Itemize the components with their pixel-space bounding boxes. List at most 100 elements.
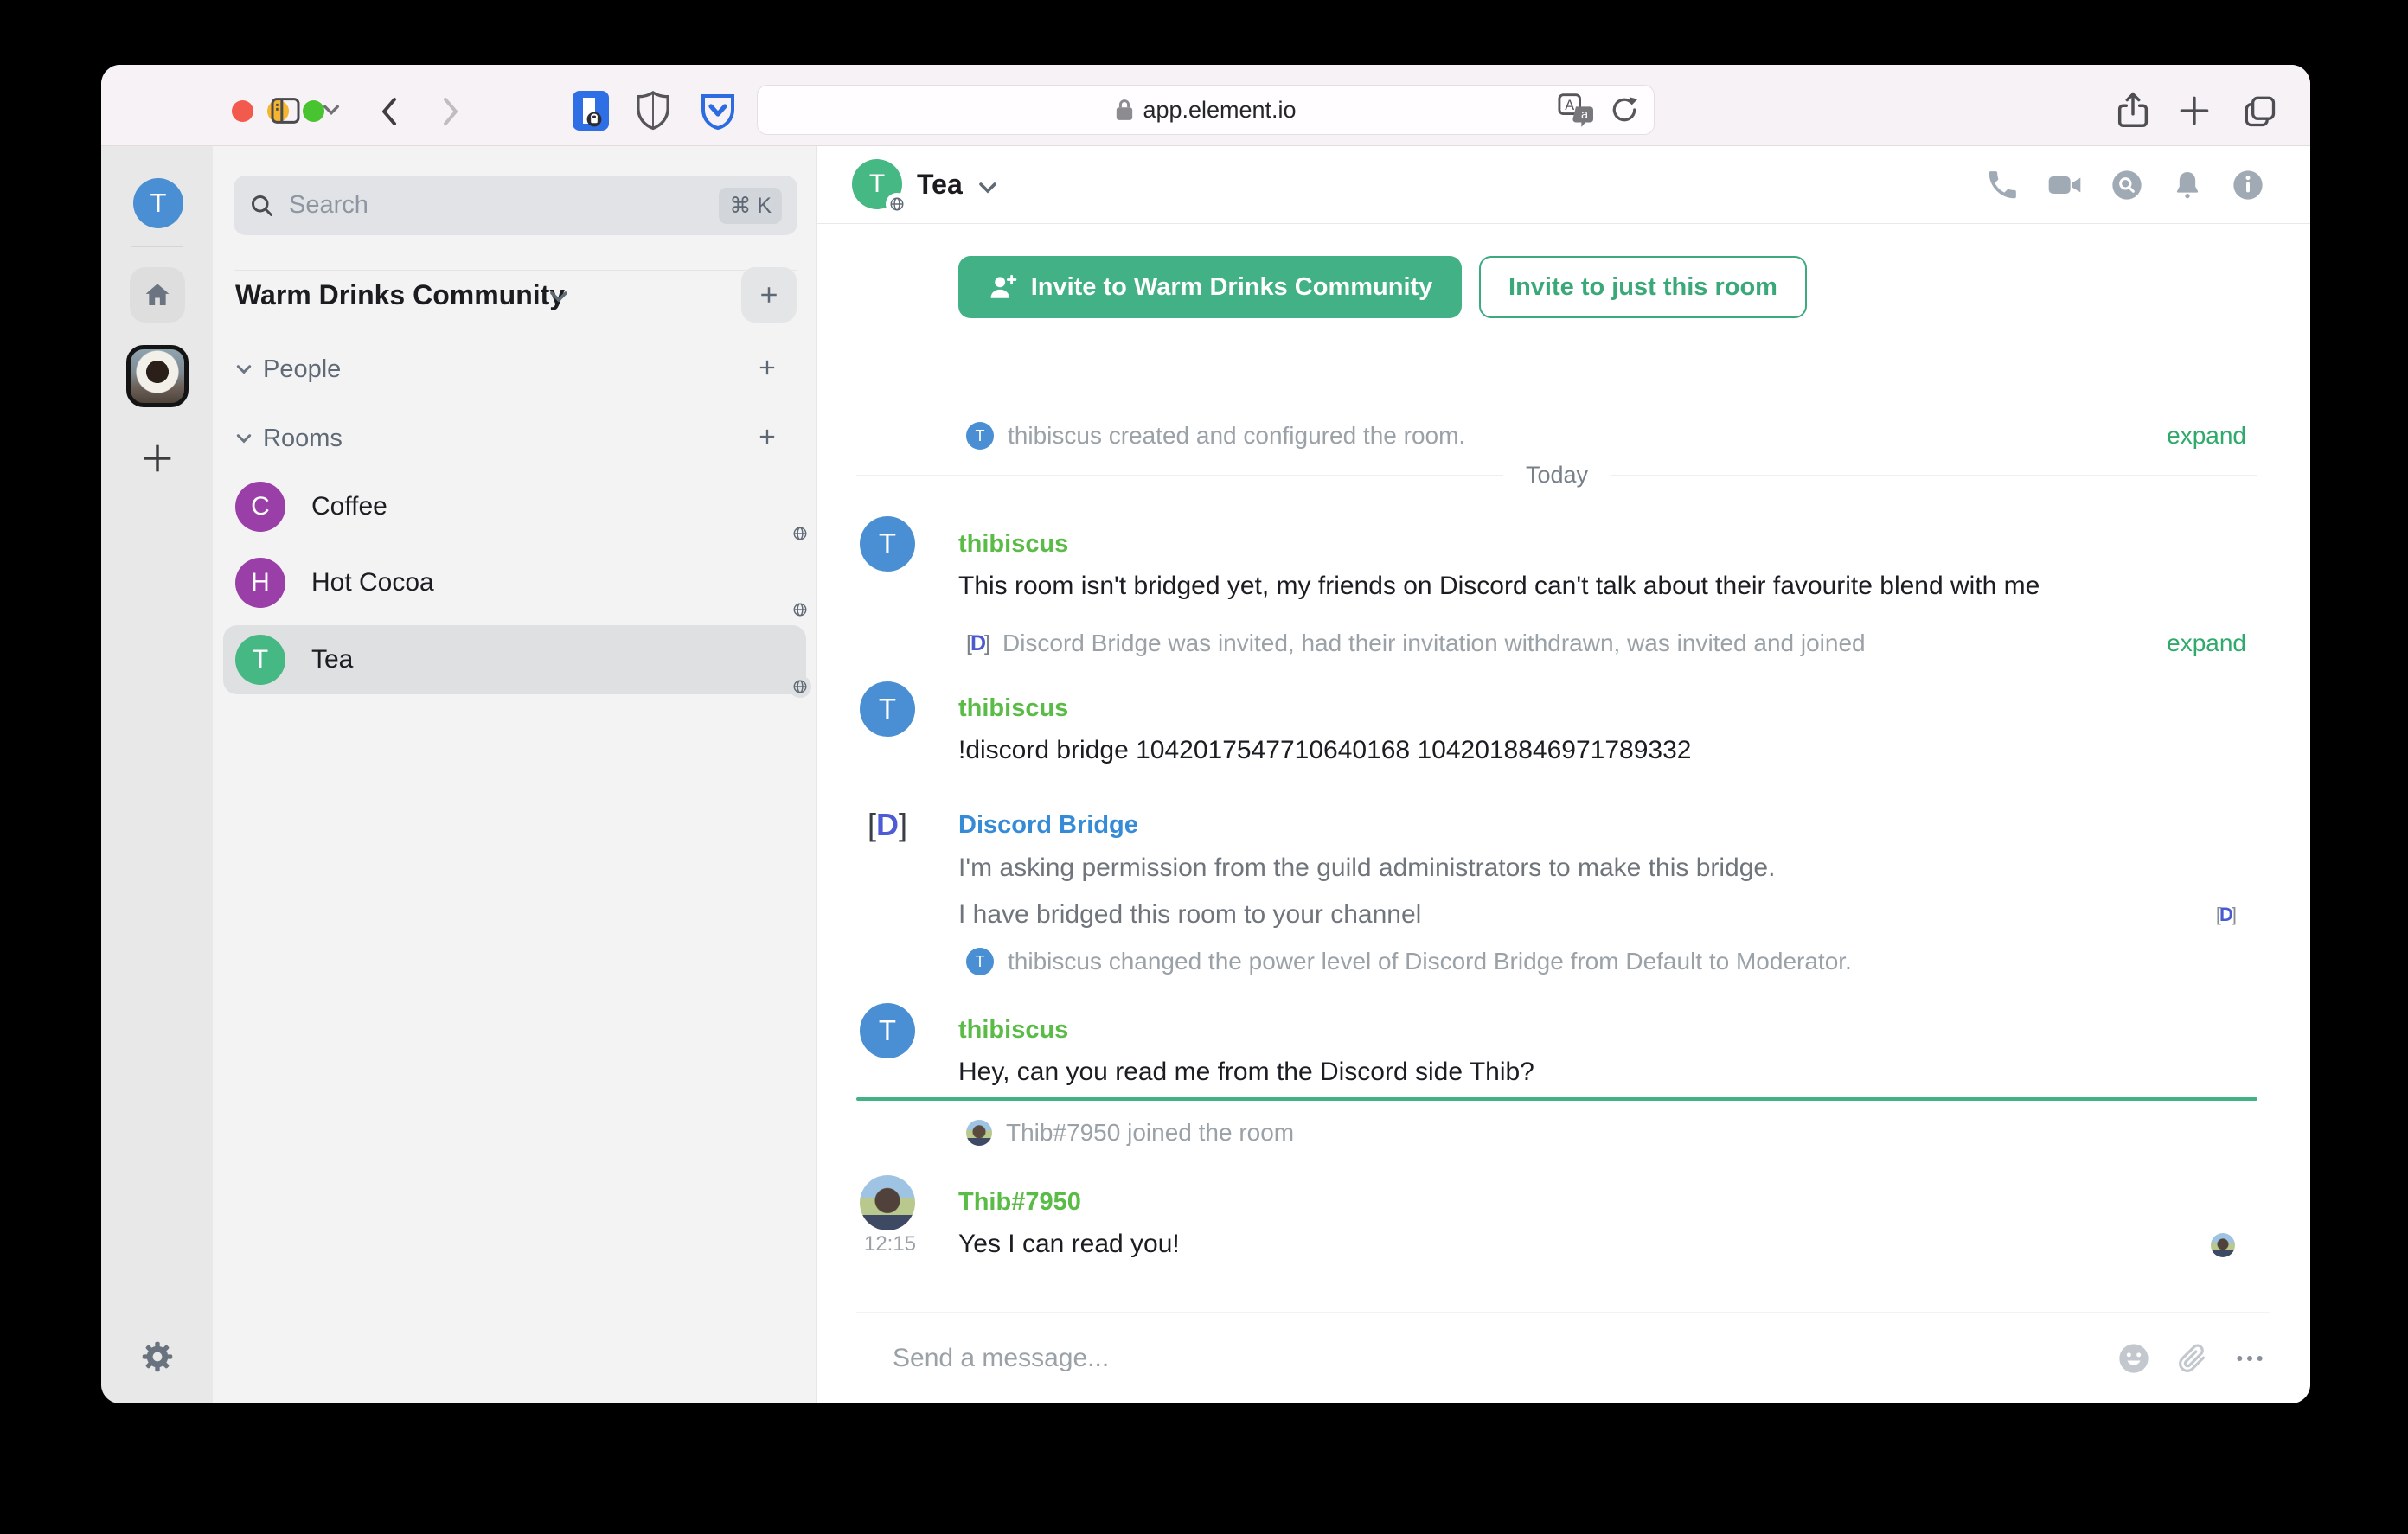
chevron-down-icon: [236, 365, 252, 374]
public-room-globe-icon: [789, 675, 811, 698]
translate-icon[interactable]: Aa: [1557, 93, 1595, 127]
room-item-tea[interactable]: T Tea: [223, 625, 811, 698]
message-text: Yes I can read you!: [958, 1230, 1180, 1258]
message-text: This room isn't bridged yet, my friends …: [958, 572, 2040, 600]
people-section-label: People: [263, 355, 342, 383]
separator-line: [856, 474, 1503, 476]
expand-link[interactable]: expand: [2167, 422, 2246, 450]
room-avatar: T: [235, 635, 285, 685]
forward-button[interactable]: [435, 94, 466, 129]
expand-link[interactable]: expand: [2167, 630, 2246, 657]
room-chevron-down-icon[interactable]: [977, 181, 998, 199]
new-tab-icon[interactable]: [2175, 92, 2213, 130]
sender-name[interactable]: thibiscus: [958, 693, 1068, 723]
room-item-coffee[interactable]: C Coffee: [223, 472, 811, 545]
community-space-avatar[interactable]: [126, 345, 189, 407]
add-to-community-button[interactable]: [741, 267, 797, 323]
avatar: T: [966, 422, 994, 450]
bridge-membership-event: [D] Discord Bridge was invited, had thei…: [966, 628, 1866, 659]
member-mini-avatar: [966, 1120, 992, 1146]
tab-overview-icon[interactable]: [2240, 92, 2278, 130]
sidebar-chevron-down-icon[interactable]: [322, 103, 341, 117]
public-room-globe-icon: [789, 522, 811, 545]
sender-name[interactable]: Discord Bridge: [958, 810, 1138, 840]
event-text: thibiscus created and configured the roo…: [1008, 422, 1466, 449]
composer-divider: [856, 1312, 2270, 1313]
community-chevron-down-icon: [548, 290, 569, 308]
sender-avatar[interactable]: T: [860, 1003, 915, 1058]
plus-icon: [144, 444, 171, 472]
room-item-hot-cocoa[interactable]: H Hot Cocoa: [223, 548, 811, 621]
shield-extension-icon[interactable]: [635, 89, 671, 132]
back-button[interactable]: [374, 94, 405, 129]
invite-to-community-button[interactable]: Invite to Warm Drinks Community: [958, 256, 1462, 318]
invite-to-room-button[interactable]: Invite to just this room: [1479, 256, 1807, 318]
address-bar[interactable]: app.element.io Aa: [757, 85, 1655, 135]
room-name: Coffee: [311, 492, 387, 521]
community-header[interactable]: Warm Drinks Community: [213, 267, 816, 323]
message-timestamp: 12:15: [863, 1232, 917, 1256]
notifications-bell-icon[interactable]: [2170, 168, 2205, 202]
gear-icon: [142, 1341, 173, 1372]
add-people-button[interactable]: [755, 355, 779, 384]
sender-avatar[interactable]: T: [860, 681, 915, 737]
plus-icon: [761, 287, 777, 303]
password-manager-extension-icon[interactable]: [571, 89, 611, 132]
home-space-button[interactable]: [130, 267, 185, 323]
share-icon[interactable]: [2113, 91, 2153, 131]
event-text: Discord Bridge was invited, had their in…: [1002, 630, 1866, 656]
sender-name[interactable]: Thib#7950: [958, 1187, 1081, 1217]
more-options-icon[interactable]: [2232, 1341, 2267, 1376]
sender-name[interactable]: thibiscus: [958, 529, 1068, 559]
avatar: T: [966, 948, 994, 975]
community-name: Warm Drinks Community: [235, 279, 566, 310]
rooms-section-header[interactable]: Rooms: [213, 419, 816, 457]
event-text: thibiscus changed the power level of Dis…: [1008, 948, 1852, 975]
sender-name[interactable]: thibiscus: [958, 1015, 1068, 1045]
search-input[interactable]: Search ⌘ K: [234, 176, 797, 235]
search-shortcut-badge: ⌘ K: [719, 187, 782, 224]
voice-call-icon[interactable]: [1985, 168, 2020, 202]
power-level-event: T thibiscus changed the power level of D…: [966, 946, 1852, 977]
room-info-icon[interactable]: [2231, 168, 2265, 202]
read-receipt-avatar[interactable]: [2211, 1233, 2235, 1257]
sidebar-toggle-icon[interactable]: [268, 93, 303, 128]
close-window-button[interactable]: [232, 100, 253, 122]
home-icon: [145, 284, 170, 306]
discord-bridge-avatar[interactable]: [D]: [860, 797, 915, 853]
day-label: Today: [1525, 461, 1589, 488]
unread-marker-line: [856, 1097, 2258, 1101]
sender-avatar[interactable]: T: [860, 516, 915, 572]
user-avatar[interactable]: T: [133, 178, 183, 228]
people-section-header[interactable]: People: [213, 350, 816, 388]
message-text: I'm asking permission from the guild adm…: [958, 853, 1776, 882]
reload-icon[interactable]: [1609, 93, 1640, 126]
room-avatar: C: [235, 482, 285, 532]
message-composer-input[interactable]: Send a message...: [893, 1344, 1109, 1373]
plus-icon: [759, 429, 775, 444]
room-created-event: T thibiscus created and configured the r…: [966, 420, 1465, 451]
public-room-globe-icon: [789, 598, 811, 621]
pocket-extension-icon[interactable]: [698, 91, 738, 131]
add-room-button[interactable]: [755, 425, 779, 453]
separator-line: [1611, 474, 2258, 476]
settings-button[interactable]: [138, 1337, 177, 1381]
plus-icon: [759, 360, 775, 374]
room-name: Hot Cocoa: [311, 568, 434, 597]
discord-bridge-read-receipt[interactable]: [D]: [2216, 904, 2237, 926]
video-call-icon[interactable]: [2046, 168, 2084, 202]
url-text: app.element.io: [1143, 96, 1297, 123]
room-list-panel: Search ⌘ K Warm Drinks Community People: [213, 146, 817, 1403]
invite-community-label: Invite to Warm Drinks Community: [1030, 272, 1433, 301]
add-space-button[interactable]: [138, 438, 177, 483]
room-title[interactable]: Tea: [917, 169, 963, 201]
room-search-icon[interactable]: [2110, 168, 2144, 202]
message-text: !discord bridge 1042017547710640168 1042…: [958, 736, 1692, 764]
attachment-icon[interactable]: [2175, 1341, 2208, 1376]
sender-avatar[interactable]: [860, 1175, 915, 1230]
emoji-icon[interactable]: [2117, 1341, 2151, 1376]
day-separator: Today: [856, 459, 2258, 490]
room-view: T Tea Invite to Warm Drinks Community In…: [817, 146, 2310, 1403]
search-icon: [252, 195, 272, 216]
event-text: Thib#7950 joined the room: [1006, 1119, 1295, 1146]
